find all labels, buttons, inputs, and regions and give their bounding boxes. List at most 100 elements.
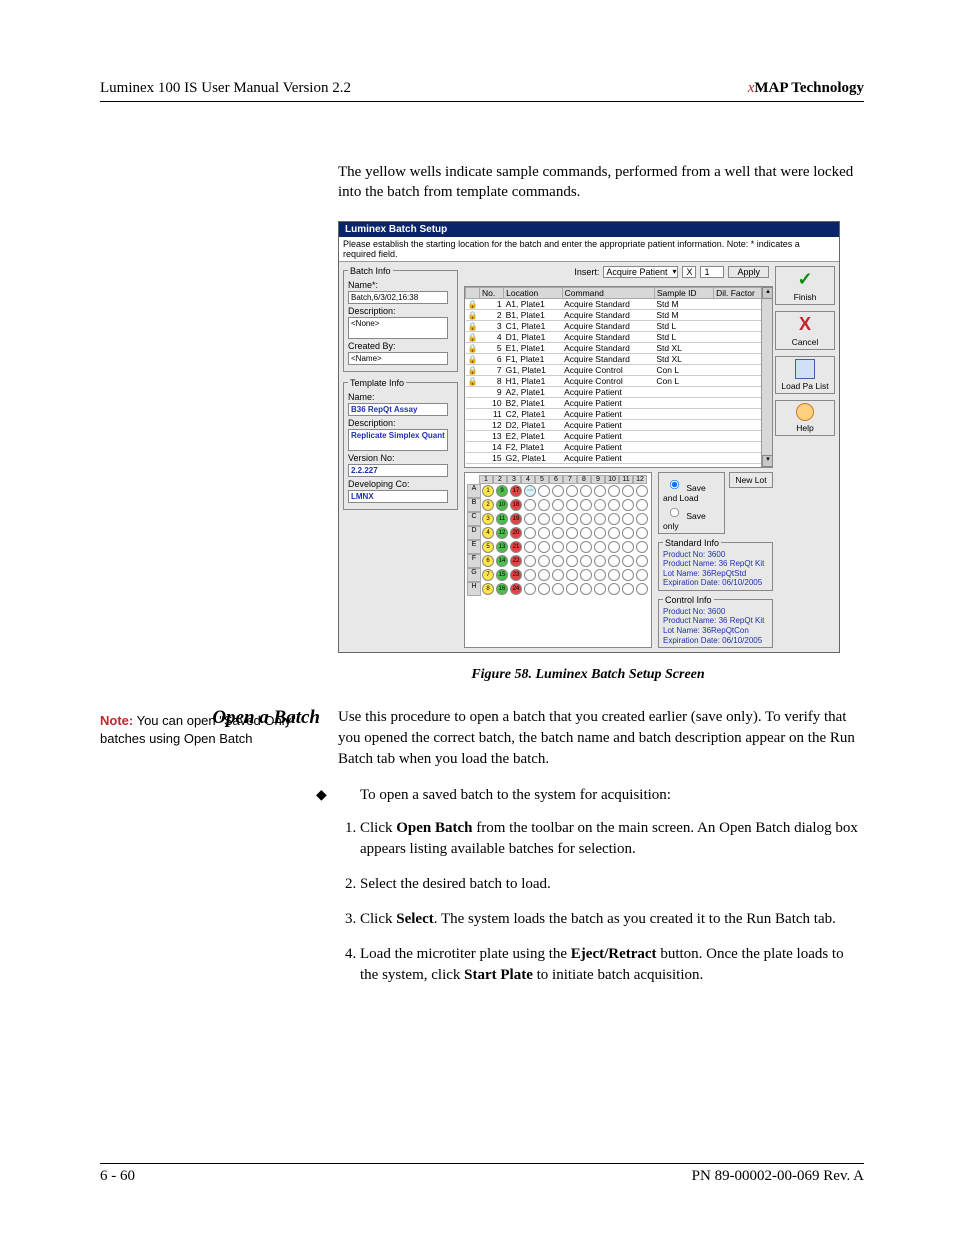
plate-well[interactable] (608, 485, 620, 497)
plate-well[interactable] (552, 485, 564, 497)
plate-well[interactable]: 8 (482, 583, 494, 595)
plate-well[interactable] (608, 569, 620, 581)
col-sample-id[interactable]: Sample ID (654, 287, 713, 298)
col-command[interactable]: Command (562, 287, 654, 298)
plate-well[interactable]: 16 (496, 583, 508, 595)
plate-well[interactable]: 4 (482, 527, 494, 539)
plate-well[interactable]: ⋯ (524, 485, 536, 497)
plate-well[interactable] (594, 541, 606, 553)
table-row[interactable]: 9A2, Plate1Acquire Patient2 (466, 386, 772, 397)
plate-well[interactable] (524, 569, 536, 581)
plate-well[interactable] (538, 499, 550, 511)
plate-well[interactable] (622, 583, 634, 595)
plate-well[interactable]: 5 (482, 541, 494, 553)
plate-well[interactable] (524, 541, 536, 553)
plate-well[interactable] (580, 527, 592, 539)
created-by-input[interactable]: <Name> (348, 352, 448, 365)
table-row[interactable]: 13E2, Plate1Acquire Patient1 (466, 430, 772, 441)
plate-well[interactable]: 15 (496, 569, 508, 581)
plate-map[interactable]: 123456789101112 A1917⋯B21018C31119D41220… (464, 472, 652, 649)
table-scrollbar[interactable]: ▴▾ (761, 287, 772, 467)
plate-well[interactable] (636, 541, 648, 553)
plate-well[interactable] (566, 569, 578, 581)
plate-well[interactable] (580, 513, 592, 525)
table-row[interactable]: 11C2, Plate1Acquire Patient2 (466, 408, 772, 419)
table-row[interactable]: 🔒3C1, Plate1Acquire StandardStd L1 (466, 320, 772, 331)
plate-well[interactable]: 18 (510, 499, 522, 511)
plate-well[interactable] (580, 569, 592, 581)
table-row[interactable]: 10B2, Plate1Acquire Patient2 (466, 397, 772, 408)
save-only-radio[interactable]: Save only (663, 503, 720, 531)
plate-well[interactable] (538, 555, 550, 567)
plate-well[interactable] (566, 555, 578, 567)
plate-well[interactable] (538, 513, 550, 525)
table-row[interactable]: 12D2, Plate1Acquire Patient1 (466, 419, 772, 430)
plate-well[interactable] (552, 583, 564, 595)
insert-count-input[interactable]: 1 (700, 266, 724, 278)
name-input[interactable]: Batch,6/3/02,16:38 (348, 291, 448, 304)
plate-well[interactable] (580, 499, 592, 511)
table-row[interactable]: 🔒4D1, Plate1Acquire StandardStd L1 (466, 331, 772, 342)
plate-well[interactable] (622, 555, 634, 567)
plate-well[interactable] (636, 569, 648, 581)
description-input[interactable]: <None> (348, 317, 448, 339)
plate-well[interactable] (608, 583, 620, 595)
plate-well[interactable] (636, 513, 648, 525)
plate-well[interactable] (552, 499, 564, 511)
plate-well[interactable]: 7 (482, 569, 494, 581)
plate-well[interactable] (538, 541, 550, 553)
table-row[interactable]: 14F2, Plate1Acquire Patient1 (466, 441, 772, 452)
plate-well[interactable] (636, 583, 648, 595)
plate-well[interactable]: 21 (510, 541, 522, 553)
table-row[interactable]: 🔒6F1, Plate1Acquire StandardStd XL1 (466, 353, 772, 364)
table-row[interactable]: 🔒8H1, Plate1Acquire ControlCon L1 (466, 375, 772, 386)
plate-well[interactable] (552, 555, 564, 567)
plate-well[interactable] (538, 569, 550, 581)
plate-well[interactable] (608, 555, 620, 567)
plate-well[interactable] (636, 485, 648, 497)
plate-well[interactable] (594, 485, 606, 497)
plate-well[interactable]: 1 (482, 485, 494, 497)
load-pa-list-button[interactable]: Load Pa List (775, 356, 835, 394)
plate-well[interactable]: 20 (510, 527, 522, 539)
plate-well[interactable] (566, 541, 578, 553)
plate-well[interactable] (580, 555, 592, 567)
cancel-button[interactable]: X Cancel (775, 311, 835, 350)
plate-well[interactable]: 19 (510, 513, 522, 525)
plate-well[interactable] (566, 499, 578, 511)
new-lot-button[interactable]: New Lot (729, 472, 773, 488)
plate-well[interactable] (622, 513, 634, 525)
plate-well[interactable] (594, 527, 606, 539)
plate-well[interactable] (580, 485, 592, 497)
table-row[interactable]: 🔒7G1, Plate1Acquire ControlCon L1 (466, 364, 772, 375)
plate-well[interactable] (552, 569, 564, 581)
plate-well[interactable] (608, 527, 620, 539)
plate-well[interactable] (636, 555, 648, 567)
plate-well[interactable] (636, 527, 648, 539)
table-row[interactable]: 🔒2B1, Plate1Acquire StandardStd M1 (466, 309, 772, 320)
plate-well[interactable] (622, 485, 634, 497)
plate-well[interactable]: 3 (482, 513, 494, 525)
plate-well[interactable] (538, 485, 550, 497)
plate-well[interactable] (552, 541, 564, 553)
plate-well[interactable] (594, 555, 606, 567)
help-button[interactable]: Help (775, 400, 835, 436)
plate-well[interactable] (524, 527, 536, 539)
plate-well[interactable] (608, 499, 620, 511)
col-location[interactable]: Location (504, 287, 562, 298)
col-lock[interactable] (466, 287, 480, 298)
plate-well[interactable] (594, 499, 606, 511)
finish-button[interactable]: ✓ Finish (775, 266, 835, 305)
plate-well[interactable] (594, 583, 606, 595)
plate-well[interactable] (552, 513, 564, 525)
plate-well[interactable] (580, 583, 592, 595)
plate-well[interactable] (552, 527, 564, 539)
plate-well[interactable] (622, 569, 634, 581)
plate-well[interactable] (580, 541, 592, 553)
col-no[interactable]: No. (480, 287, 504, 298)
plate-well[interactable] (566, 513, 578, 525)
plate-well[interactable]: 13 (496, 541, 508, 553)
plate-well[interactable] (608, 513, 620, 525)
plate-well[interactable]: 2 (482, 499, 494, 511)
plate-well[interactable] (538, 583, 550, 595)
